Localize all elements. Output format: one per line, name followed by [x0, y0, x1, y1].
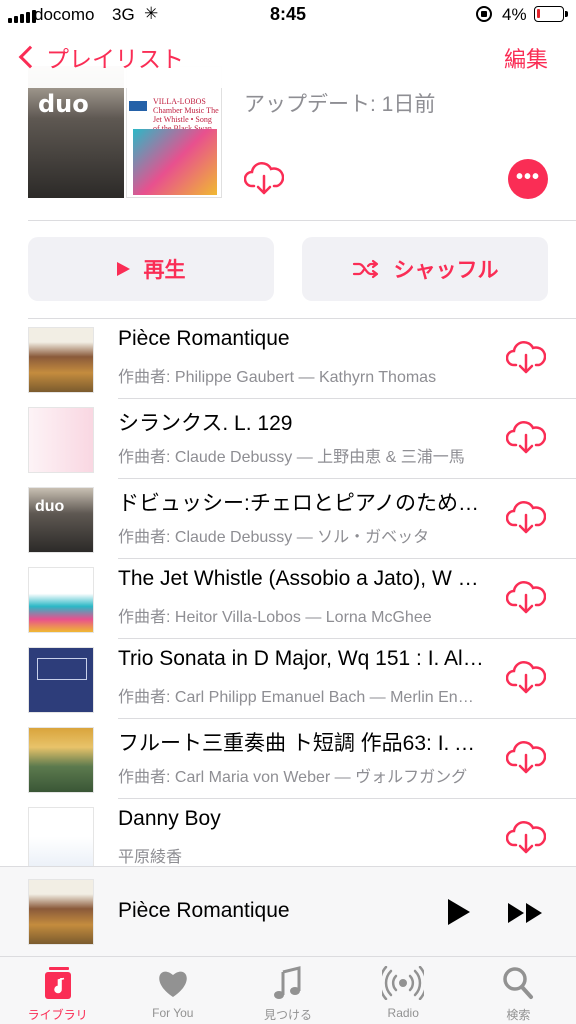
track-title: The Jet Whistle (Assobio a Jato), W 493 [118, 567, 488, 590]
cloud-download-icon[interactable] [506, 579, 546, 615]
tab-library[interactable]: ライブラリ [0, 957, 115, 1024]
tab-radio[interactable]: Radio [346, 957, 461, 1024]
fast-forward-icon[interactable] [508, 901, 544, 925]
naxos-logo [129, 101, 147, 111]
radio-icon [382, 966, 425, 1000]
mini-player[interactable]: Pièce Romantique [0, 866, 576, 956]
track-artwork: duo [28, 487, 94, 553]
track-title: シランクス. L. 129 [118, 412, 293, 435]
track-title: Pièce Romantique [118, 327, 290, 350]
tab-label: For You [152, 1006, 194, 1020]
cloud-download-icon[interactable] [506, 339, 546, 375]
track-subtitle: 作曲者: Philippe Gaubert — Kathyrn Thomas [118, 369, 437, 386]
battery-icon [534, 6, 568, 22]
cloud-download-icon[interactable] [506, 739, 546, 775]
track-artwork [28, 647, 94, 713]
tab-for-you[interactable]: For You [115, 957, 230, 1024]
status-bar: docomo 3G ✳ 8:45 4% [0, 0, 576, 30]
cloud-download-icon[interactable] [506, 819, 546, 855]
track-subtitle: 作曲者: Carl Maria von Weber — ヴォルフガング [118, 769, 468, 786]
now-playing-title: Pièce Romantique [118, 899, 290, 922]
track-artwork [28, 407, 94, 473]
search-icon [503, 967, 534, 999]
track-artwork [28, 727, 94, 793]
edit-button[interactable]: 編集 [504, 42, 548, 74]
play-icon[interactable] [448, 899, 470, 925]
list-item[interactable]: フルート三重奏曲 ト短調 作品63: I. Allegro 作曲者: Carl … [0, 719, 576, 799]
tab-browse[interactable]: 見つける [230, 957, 345, 1024]
play-button[interactable]: 再生 [28, 237, 274, 301]
cloud-download-icon[interactable] [506, 419, 546, 455]
divider [28, 220, 576, 221]
list-item[interactable]: duo ドビュッシー:チェロとピアノのためのソナタ 作曲者: Claude De… [0, 479, 576, 559]
battery-percentage: 4% [502, 5, 527, 24]
chevron-left-icon [18, 45, 42, 69]
library-icon [44, 967, 71, 999]
track-title: Trio Sonata in D Major, Wq 151 : I. Alle… [118, 647, 488, 670]
cloud-download-icon[interactable] [506, 659, 546, 695]
back-button-label: プレイリスト [46, 46, 184, 72]
navigation-bar: プレイリスト 編集 [0, 30, 576, 88]
more-options-button[interactable]: ••• [508, 159, 548, 199]
list-item[interactable]: Trio Sonata in D Major, Wq 151 : I. Alle… [0, 639, 576, 719]
track-subtitle: 作曲者: Claude Debussy — 上野由恵 & 三浦一馬 [118, 449, 465, 466]
tab-bar: ライブラリ For You 見つける Radio 検索 [0, 956, 576, 1024]
list-item[interactable]: シランクス. L. 129 作曲者: Claude Debussy — 上野由恵… [0, 399, 576, 479]
list-item[interactable]: The Jet Whistle (Assobio a Jato), W 493 … [0, 559, 576, 639]
tab-label: 検索 [506, 1008, 531, 1022]
track-subtitle: 作曲者: Heitor Villa-Lobos — Lorna McGhee [118, 609, 432, 626]
shuffle-button-label: シャッフル [393, 259, 499, 282]
music-note-icon [274, 966, 301, 999]
cloud-download-icon[interactable] [506, 499, 546, 535]
rotation-lock-icon [476, 6, 492, 22]
track-title: ドビュッシー:チェロとピアノのためのソナタ [118, 492, 488, 515]
track-title: Danny Boy [118, 807, 221, 830]
tab-label: 見つける [264, 1008, 313, 1022]
now-playing-artwork [28, 879, 94, 945]
shuffle-button[interactable]: シャッフル [302, 237, 548, 301]
list-item[interactable]: Pièce Romantique 作曲者: Philippe Gaubert —… [0, 319, 576, 399]
play-icon [116, 262, 130, 276]
track-artwork [28, 807, 94, 873]
track-subtitle: 平原綾香 [118, 849, 183, 866]
back-button[interactable]: プレイリスト [14, 40, 184, 74]
track-subtitle: 作曲者: Carl Philipp Emanuel Bach — Merlin … [118, 689, 480, 706]
track-subtitle: 作曲者: Claude Debussy — ソル・ガベッタ [118, 529, 430, 546]
playlist-update-text: アップデート: 1日前 [244, 93, 436, 116]
tab-label: Radio [387, 1006, 419, 1020]
track-artwork [28, 567, 94, 633]
tab-label: ライブラリ [27, 1008, 88, 1022]
cloud-download-icon[interactable] [244, 160, 284, 196]
track-title: フルート三重奏曲 ト短調 作品63: I. Allegro [118, 732, 488, 755]
tab-search[interactable]: 検索 [461, 957, 576, 1024]
track-artwork [28, 327, 94, 393]
heart-icon [159, 971, 187, 997]
play-button-label: 再生 [143, 259, 186, 282]
shuffle-icon [352, 259, 378, 279]
